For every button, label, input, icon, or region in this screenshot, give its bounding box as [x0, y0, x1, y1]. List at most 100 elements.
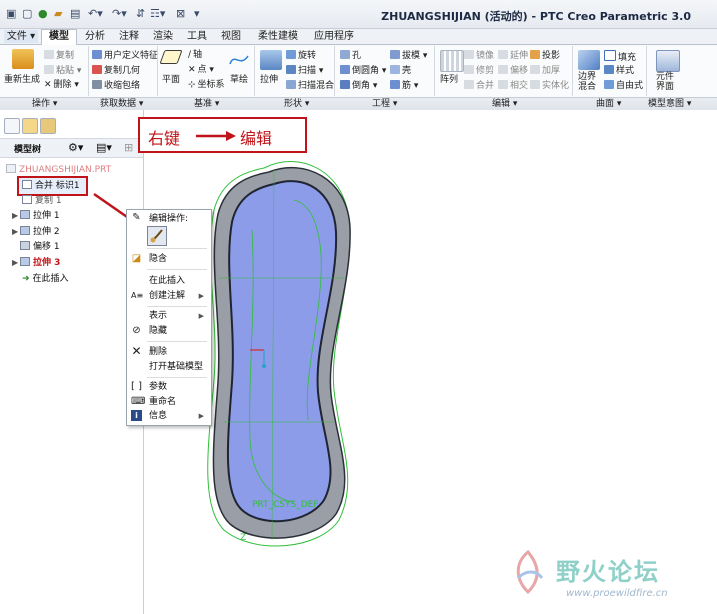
folder-browser-tab-icon[interactable] [22, 118, 38, 134]
menu-open-base-model[interactable]: 打开基础模型 [149, 361, 203, 373]
group-shapes[interactable]: 形状 ▾ [284, 98, 309, 110]
trim-button[interactable]: 修剪 [464, 65, 494, 77]
creo-app-icon[interactable]: ▣ [6, 8, 16, 20]
extrude-icon[interactable] [260, 50, 282, 70]
tab-view[interactable]: 视图 [216, 30, 246, 43]
project-button[interactable]: 投影 [530, 50, 560, 62]
group-operations[interactable]: 操作 ▾ [32, 98, 57, 110]
component-interface-button[interactable]: 元件 界面 [656, 72, 674, 92]
group-editing[interactable]: 编辑 ▾ [492, 98, 517, 110]
menu-insert-here[interactable]: 在此插入 [149, 275, 185, 287]
revolve-button[interactable]: 旋转 [286, 50, 316, 62]
csys-button[interactable]: ⊹ 坐标系 [188, 80, 225, 91]
chamfer-button[interactable]: 倒角 ▾ [340, 80, 377, 92]
tree-item-extrude-1[interactable]: ▶ 拉伸 1 [12, 209, 60, 223]
tree-filter-icon[interactable]: ⊞ [124, 141, 133, 154]
tree-item-extrude-3[interactable]: ▶ 拉伸 3 [12, 256, 60, 270]
tab-flexible-modeling[interactable]: 柔性建模 [252, 30, 304, 43]
tab-analysis[interactable]: 分析 [80, 30, 110, 43]
udf-button[interactable]: 用户定义特征 [92, 50, 158, 62]
style-button[interactable]: 样式 [604, 65, 634, 77]
window-icon[interactable]: ☶▾ [150, 8, 165, 20]
fill-button[interactable]: 填充 [604, 50, 636, 64]
point-button[interactable]: ✕ 点 ▾ [188, 65, 214, 76]
expand-icon[interactable]: ▶ [12, 225, 20, 239]
menu-hide[interactable]: 隐藏 [149, 325, 167, 337]
close-window-icon[interactable]: ⊠ [176, 8, 185, 20]
model-tree-tab-icon[interactable] [4, 118, 20, 134]
group-get-data[interactable]: 获取数据 ▾ [100, 98, 143, 110]
sketch-icon[interactable] [228, 50, 250, 70]
redo-icon[interactable]: ↷▾ [112, 8, 127, 20]
extrude-button[interactable]: 拉伸 [260, 75, 278, 86]
expand-icon[interactable]: ▶ [12, 209, 20, 223]
sweep-button[interactable]: 扫描 ▾ [286, 65, 323, 77]
menu-info[interactable]: 信息 ▶ [149, 410, 207, 422]
draft-button[interactable]: 拔模 ▾ [390, 50, 427, 62]
favorites-tab-icon[interactable] [40, 118, 56, 134]
paste-button[interactable]: 粘贴 ▾ [44, 65, 81, 77]
menu-create-annotation[interactable]: 创建注解 ▶ [149, 290, 207, 302]
group-surfaces[interactable]: 曲面 ▾ [596, 98, 621, 110]
axis-button[interactable]: ∕ 轴 [188, 50, 202, 61]
mirror-button[interactable]: 镜像 [464, 50, 494, 62]
graphics-area[interactable]: PRT_CSYS_DEF Z [144, 110, 717, 614]
tab-file[interactable]: 文件 ▾ [4, 30, 38, 43]
regenerate-icon[interactable]: ⇵ [136, 8, 145, 20]
boundary-blend-button[interactable]: 边界 混合 [578, 72, 596, 92]
undo-icon[interactable]: ↶▾ [88, 8, 103, 20]
expand-icon[interactable]: ▶ [12, 256, 20, 270]
sketch-button[interactable]: 草绘 [230, 75, 248, 86]
thicken-button[interactable]: 加厚 [530, 65, 560, 77]
tab-annotate[interactable]: 注释 [114, 30, 144, 43]
open-file-icon[interactable]: ● [38, 8, 48, 20]
shell-button[interactable]: 壳 [390, 65, 411, 77]
tree-show-icon[interactable]: ▤▾ [96, 141, 112, 154]
swept-blend-button[interactable]: 扫描混合 [286, 80, 334, 92]
tree-item-extrude-2[interactable]: ▶ 拉伸 2 [12, 225, 60, 239]
pattern-button[interactable]: 阵列 [440, 75, 458, 86]
rib-button[interactable]: 筋 ▾ [390, 80, 418, 92]
boundary-blend-icon[interactable] [578, 50, 600, 70]
round-button[interactable]: 倒圆角 ▾ [340, 65, 386, 77]
tab-render[interactable]: 渲染 [148, 30, 178, 43]
group-datum[interactable]: 基准 ▾ [194, 98, 219, 110]
shrinkwrap-button[interactable]: 收缩包络 [92, 80, 140, 92]
customize-toolbar-icon[interactable]: ▾ [194, 8, 200, 20]
menu-delete[interactable]: 删除 [149, 346, 167, 358]
tab-model[interactable]: 模型 [41, 29, 77, 45]
hole-button[interactable]: 孔 [340, 50, 361, 62]
solidify-button[interactable]: 实体化 [530, 80, 569, 92]
group-model-intent[interactable]: 模型意图 ▾ [648, 98, 691, 110]
new-file-icon[interactable]: ▢ [22, 8, 32, 20]
copy-button[interactable]: 复制 [44, 50, 74, 62]
component-interface-icon[interactable] [656, 50, 680, 72]
regenerate-button[interactable]: 重新生成 [4, 75, 40, 86]
plane-icon[interactable] [159, 50, 183, 64]
menu-suppress[interactable]: 隐含 [149, 253, 167, 265]
copy-geometry-button[interactable]: 复制几何 [92, 65, 140, 77]
edit-brush-icon[interactable] [147, 226, 167, 246]
tree-settings-icon[interactable]: ⚙▾ [68, 141, 83, 154]
tree-item-copy[interactable]: 复制 1 [22, 194, 62, 208]
plane-button[interactable]: 平面 [162, 75, 180, 86]
merge-button[interactable]: 合并 [464, 80, 494, 92]
intersect-button[interactable]: 相交 [498, 80, 528, 92]
delete-button[interactable]: ✕ 删除 ▾ [44, 80, 79, 91]
pattern-icon[interactable] [440, 50, 464, 72]
group-engineering[interactable]: 工程 ▾ [372, 98, 397, 110]
tree-item-root[interactable]: ZHUANGSHIJIAN.PRT [6, 163, 111, 177]
tab-tools[interactable]: 工具 [182, 30, 212, 43]
offset-button[interactable]: 偏移 [498, 65, 528, 77]
menu-parameters[interactable]: 参数 [149, 381, 167, 393]
extend-button[interactable]: 延伸 [498, 50, 528, 62]
tree-item-insert-here[interactable]: ➜ 在此插入 [22, 272, 69, 286]
regenerate-icon[interactable] [12, 49, 34, 69]
menu-represent[interactable]: 表示 ▶ [149, 310, 207, 322]
tree-item-merge[interactable]: 合并 标识1 [17, 176, 88, 196]
tree-item-offset[interactable]: 偏移 1 [20, 240, 60, 254]
tab-applications[interactable]: 应用程序 [308, 30, 360, 43]
save-icon[interactable]: ▤ [70, 8, 80, 20]
folder-icon[interactable]: ▰ [54, 8, 62, 20]
freestyle-button[interactable]: 自由式 [604, 80, 643, 92]
